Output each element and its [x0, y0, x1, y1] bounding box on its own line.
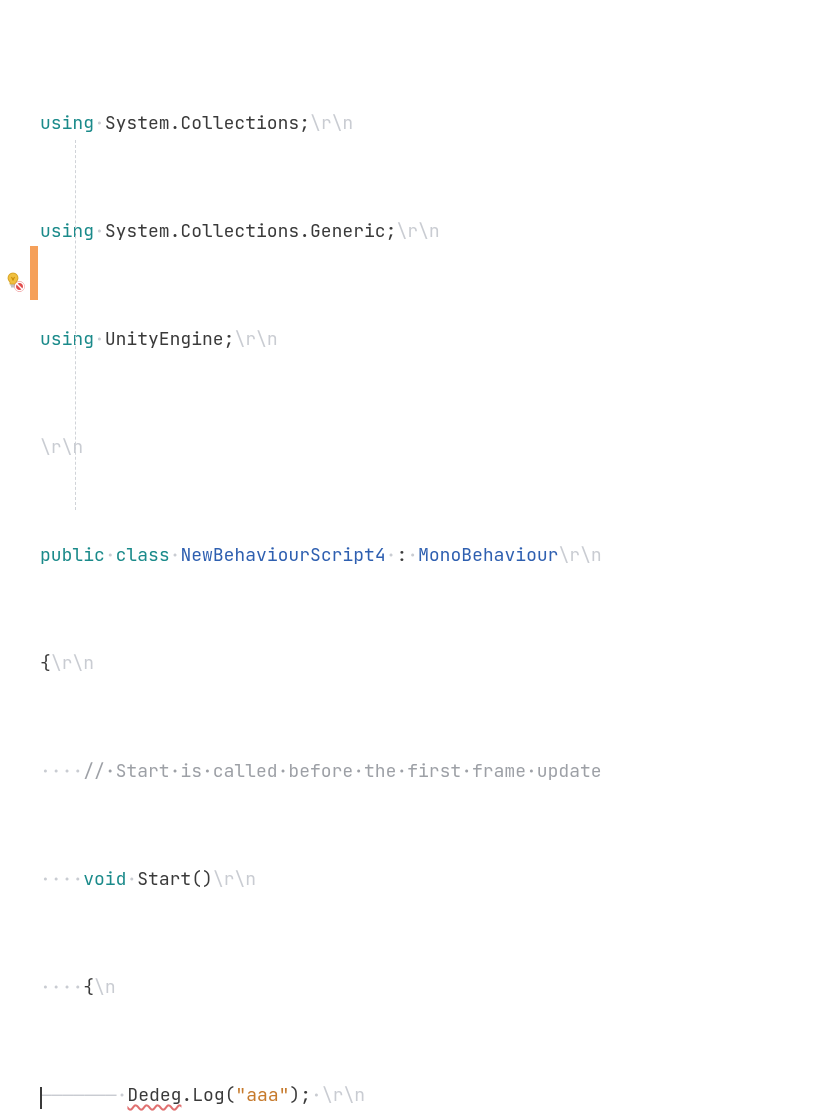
- error-token[interactable]: Dedeg: [127, 1084, 181, 1107]
- editor-gutter: [0, 0, 40, 560]
- lightbulb-error-icon[interactable]: [4, 271, 26, 293]
- text-cursor: [40, 1087, 42, 1109]
- code-line: ———————·Dedeg.Log("aaa");·\r\n: [40, 1082, 602, 1109]
- code-line: using·System.Collections.Generic;\r\n: [40, 218, 602, 245]
- code-line: ····void·Start()\r\n: [40, 866, 602, 893]
- code-line: using·System.Collections;\r\n: [40, 110, 602, 137]
- indent-guide: [75, 140, 76, 510]
- change-marker: [30, 246, 38, 300]
- code-line: public·class·NewBehaviourScript4·:·MonoB…: [40, 542, 602, 569]
- code-line: ····//·Start·is·called·before·the·first·…: [40, 758, 602, 785]
- code-line: \r\n: [40, 434, 602, 461]
- code-line: using·UnityEngine;\r\n: [40, 326, 602, 353]
- code-line: {\r\n: [40, 650, 602, 677]
- code-line: ····{\n: [40, 974, 602, 1001]
- code-area[interactable]: using·System.Collections;\r\n using·Syst…: [40, 0, 602, 560]
- code-editor[interactable]: using·System.Collections;\r\n using·Syst…: [0, 0, 826, 560]
